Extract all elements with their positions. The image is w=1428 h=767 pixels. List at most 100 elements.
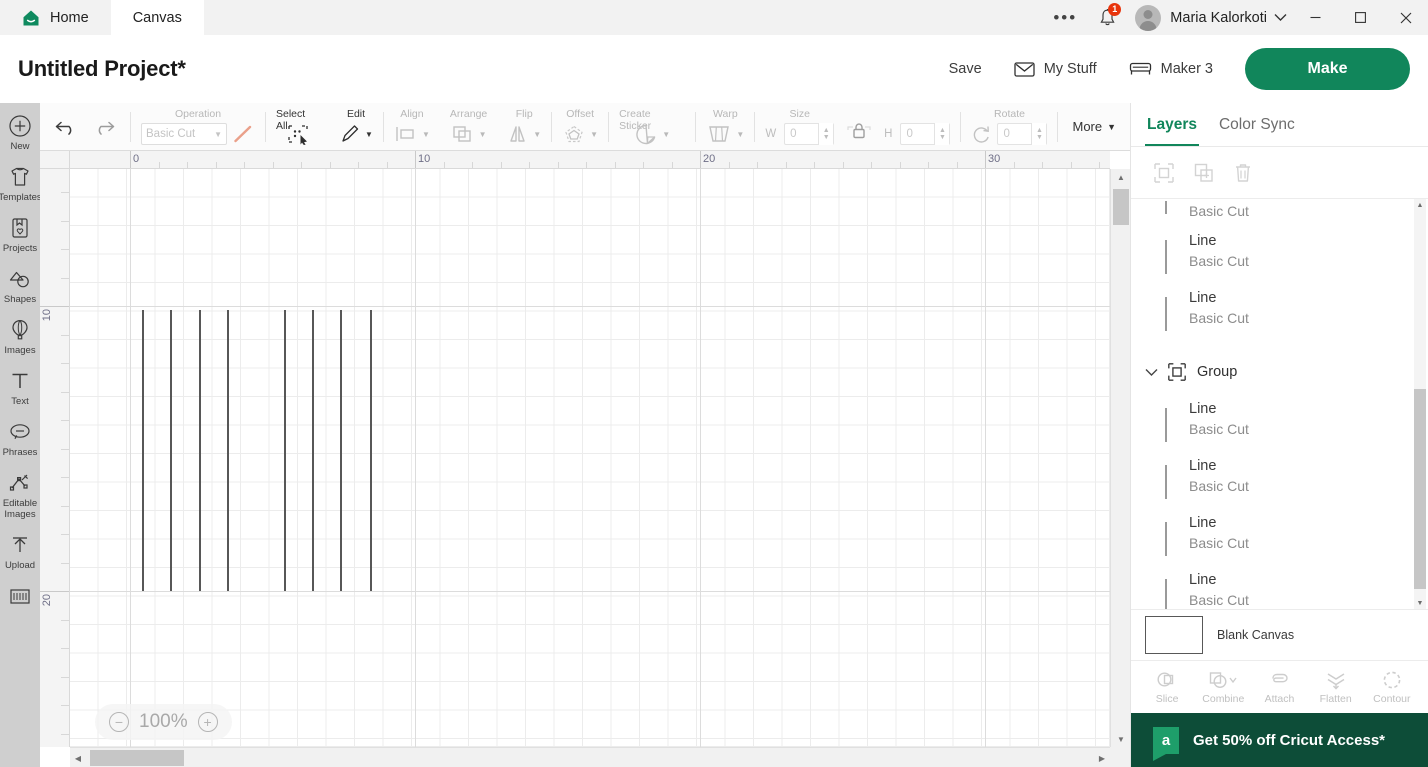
select-all-icon[interactable] <box>286 123 310 145</box>
tab-home[interactable]: Home <box>0 0 111 35</box>
scroll-right-arrow[interactable]: ▶ <box>1094 748 1110 767</box>
height-stepper[interactable]: ▲ ▼ <box>934 123 950 145</box>
chevron-down-icon[interactable]: ▼ <box>365 130 373 139</box>
blank-canvas-label: Blank Canvas <box>1217 628 1295 642</box>
layer-row[interactable]: Line Basic Cut <box>1131 513 1428 570</box>
sidebar-item-text[interactable]: Text <box>0 368 40 407</box>
width-stepper[interactable]: ▲ ▼ <box>818 123 834 145</box>
undo-icon[interactable] <box>54 117 80 137</box>
canvas-line-shape[interactable] <box>142 310 144 591</box>
layers-scroll-thumb[interactable] <box>1414 389 1426 589</box>
chevron-down-icon[interactable] <box>1145 368 1161 377</box>
maximize-icon[interactable] <box>1338 0 1383 35</box>
ruler-label-h: 10 <box>418 153 431 165</box>
offset-caption: Offset <box>566 108 595 120</box>
layer-row[interactable]: Basic Cut <box>1131 201 1428 231</box>
create-sticker-caption: Create Sticker <box>619 108 652 132</box>
more-button[interactable]: More ▼ <box>1058 103 1130 151</box>
sidebar-item-monogram[interactable] <box>0 583 40 609</box>
rotate-caption: Rotate <box>994 108 1025 120</box>
layers-scroll-up[interactable]: ▲ <box>1414 199 1426 211</box>
save-button[interactable]: Save <box>933 61 998 77</box>
rotate-value: 0 <box>1003 128 1010 140</box>
minimize-icon[interactable] <box>1293 0 1338 35</box>
tab-color-sync[interactable]: Color Sync <box>1219 103 1295 147</box>
warp-caption: Warp <box>713 108 738 120</box>
canvas-line-shape[interactable] <box>312 310 314 591</box>
pencil-icon[interactable] <box>339 123 361 145</box>
machine-selector[interactable]: Maker 3 <box>1113 61 1229 77</box>
operation-color-swatch[interactable] <box>231 123 255 145</box>
sidebar-item-editable-images[interactable]: Editable Images <box>0 470 40 520</box>
scroll-up-arrow[interactable]: ▲ <box>1111 169 1130 185</box>
canvas-line-shape[interactable] <box>227 310 229 591</box>
layer-group-row[interactable]: Group <box>1131 345 1428 399</box>
canvas-line-shape[interactable] <box>199 310 201 591</box>
sidebar-item-upload[interactable]: Upload <box>0 532 40 571</box>
attach-button[interactable]: Attach <box>1252 670 1306 705</box>
lock-aspect-ratio[interactable] <box>844 103 874 151</box>
layer-row[interactable]: Line Basic Cut <box>1131 231 1428 288</box>
layer-name: Line <box>1189 401 1217 417</box>
cricut-access-promo-banner[interactable]: a Get 50% off Cricut Access* <box>1131 713 1428 767</box>
canvas-area[interactable]: 0 10 20 30 10 20 ▲ ▼ ◀ ▶ − 100% + <box>40 151 1130 767</box>
canvas-grid[interactable] <box>70 169 1110 747</box>
sidebar-item-projects[interactable]: Projects <box>0 215 40 254</box>
layer-row[interactable]: Line Basic Cut <box>1131 399 1428 456</box>
notifications-button[interactable]: 1 <box>1085 0 1129 35</box>
sidebar-item-templates[interactable]: Templates <box>0 164 40 203</box>
sidebar-item-images[interactable]: Images <box>0 317 40 356</box>
canvas-vertical-scrollbar[interactable]: ▲ ▼ <box>1110 169 1130 747</box>
plus-circle-icon[interactable]: + <box>197 712 218 732</box>
canvas-line-shape[interactable] <box>370 310 372 591</box>
canvas-line-shape[interactable] <box>170 310 172 591</box>
operation-select[interactable]: Basic Cut ▼ <box>141 123 227 145</box>
chevron-down-icon[interactable] <box>1274 13 1287 22</box>
layer-name: Line <box>1189 458 1217 474</box>
width-input[interactable]: 0 ▲ ▼ <box>784 123 835 145</box>
rotate-input[interactable]: 0 ▲ ▼ <box>997 123 1048 145</box>
edit-group: Edit ▼ <box>329 103 383 151</box>
avatar[interactable] <box>1135 4 1162 31</box>
layer-operation: Basic Cut <box>1189 592 1249 608</box>
canvas-line-shape[interactable] <box>284 310 286 591</box>
rotate-stepper[interactable]: ▲ ▼ <box>1031 123 1047 145</box>
layers-list[interactable]: Basic Cut Line Basic Cut Line Basic Cut Group… <box>1131 199 1428 609</box>
layer-row[interactable]: Line Basic Cut <box>1131 288 1428 345</box>
combine-button[interactable]: Combine <box>1196 670 1250 705</box>
ellipsis-icon[interactable]: ••• <box>1045 0 1085 35</box>
duplicate-icon[interactable] <box>1193 162 1215 184</box>
flatten-button[interactable]: Flatten <box>1309 670 1363 705</box>
canvas-line-shape[interactable] <box>340 310 342 591</box>
slice-button[interactable]: Slice <box>1140 670 1194 705</box>
layer-row[interactable]: Line Basic Cut <box>1131 456 1428 513</box>
delete-icon[interactable] <box>1233 162 1253 184</box>
canvas-horizontal-scrollbar[interactable]: ◀ ▶ <box>70 747 1110 767</box>
make-button[interactable]: Make <box>1245 48 1410 90</box>
sidebar-item-phrases[interactable]: Phrases <box>0 419 40 458</box>
tab-canvas[interactable]: Canvas <box>110 0 204 35</box>
tab-layers[interactable]: Layers <box>1145 103 1199 147</box>
horizontal-scroll-thumb[interactable] <box>90 750 184 766</box>
scroll-left-arrow[interactable]: ◀ <box>70 748 86 767</box>
sidebar-item-new[interactable]: New <box>0 113 40 152</box>
blank-canvas-row[interactable]: Blank Canvas <box>1131 609 1428 661</box>
layer-text: Line Basic Cut <box>1189 513 1249 553</box>
redo-icon[interactable] <box>90 117 116 137</box>
close-icon[interactable] <box>1383 0 1428 35</box>
scroll-down-arrow[interactable]: ▼ <box>1111 731 1130 747</box>
contour-button[interactable]: Contour <box>1365 670 1419 705</box>
panel-tabs: Layers Color Sync <box>1131 103 1428 147</box>
scrollbar-corner <box>1110 747 1130 767</box>
layers-scroll-down[interactable]: ▼ <box>1414 597 1426 609</box>
minus-circle-icon[interactable]: − <box>109 712 129 732</box>
sidebar-item-shapes[interactable]: Shapes <box>0 266 40 305</box>
my-stuff-button[interactable]: My Stuff <box>998 61 1113 78</box>
group-icon[interactable] <box>1153 162 1175 184</box>
chevron-down-icon: ▼ <box>590 129 599 139</box>
layer-row[interactable]: Line Basic Cut <box>1131 570 1428 609</box>
select-all-group: Select All <box>266 103 329 151</box>
vertical-scroll-thumb[interactable] <box>1113 189 1129 225</box>
tshirt-icon <box>8 164 32 190</box>
height-input[interactable]: 0 ▲ ▼ <box>900 123 951 145</box>
